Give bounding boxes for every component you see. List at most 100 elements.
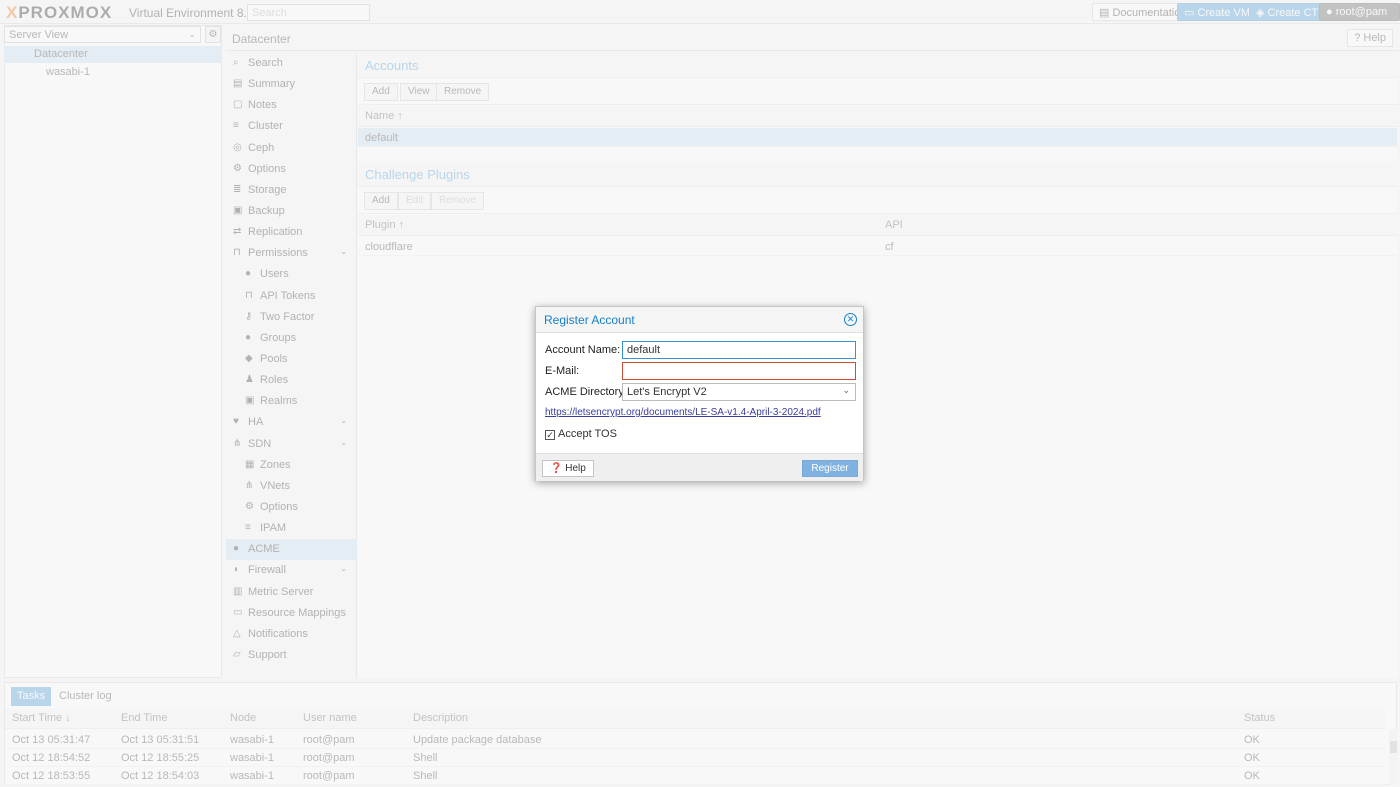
user-menu-button[interactable]: ● root@pam ⌄ bbox=[1319, 3, 1400, 31]
help-button[interactable]: ? Help bbox=[1347, 29, 1393, 47]
table-row[interactable]: Oct 12 18:53:55 Oct 12 18:54:03 wasabi-1… bbox=[5, 767, 1385, 785]
task-description: Update package database bbox=[413, 734, 542, 746]
nav-item-backup[interactable]: ▣ Backup bbox=[226, 201, 357, 222]
gear-icon[interactable]: ⚙ bbox=[205, 26, 221, 43]
tab-tasks[interactable]: Tasks bbox=[11, 687, 52, 706]
note-icon: ▢ bbox=[233, 99, 243, 111]
male-icon: ♟ bbox=[245, 374, 254, 386]
column-user[interactable]: User name bbox=[303, 712, 357, 724]
nav-item-metric-server[interactable]: ▥ Metric Server bbox=[226, 582, 357, 603]
acme-directory-select[interactable]: Let's Encrypt V2 ⌄ bbox=[622, 383, 856, 401]
nav-item-replication[interactable]: ⇄ Replication bbox=[226, 222, 357, 243]
tab-cluster-log[interactable]: Cluster log bbox=[53, 687, 118, 706]
task-status: OK bbox=[1244, 752, 1260, 764]
scrollbar[interactable] bbox=[1389, 729, 1397, 785]
nav-item-ceph[interactable]: ◎ Ceph bbox=[226, 138, 357, 159]
nav-item-resource-mappings[interactable]: ▭ Resource Mappings bbox=[226, 603, 357, 624]
create-ct-button[interactable]: ◈ Create CT bbox=[1249, 3, 1326, 21]
table-row[interactable]: Oct 13 05:31:47 Oct 13 05:31:51 wasabi-1… bbox=[5, 731, 1385, 749]
nav-item-two-factor[interactable]: ⚷ Two Factor bbox=[226, 307, 357, 328]
column-start-time[interactable]: Start Time ↓ bbox=[12, 712, 71, 724]
register-button[interactable]: Register bbox=[802, 460, 858, 477]
nav-item-pools[interactable]: ◆ Pools bbox=[226, 349, 357, 370]
version-label: Virtual Environment 8.2.7 bbox=[129, 6, 264, 20]
resource-tree-panel bbox=[4, 25, 222, 678]
nav-item-support[interactable]: ▱ Support bbox=[226, 645, 357, 666]
chevron-icon[interactable]: ⌄ bbox=[340, 416, 347, 425]
table-row[interactable]: Oct 12 18:54:52 Oct 12 18:55:25 wasabi-1… bbox=[5, 749, 1385, 767]
nav-item-notifications[interactable]: △ Notifications bbox=[226, 624, 357, 645]
nav-item-groups[interactable]: ● Groups bbox=[226, 328, 357, 349]
server-icon: ≡ bbox=[233, 120, 239, 132]
search-input[interactable]: Search bbox=[247, 4, 370, 21]
key-icon: ⚷ bbox=[245, 310, 253, 322]
plugins-add-button[interactable]: Add bbox=[364, 192, 398, 210]
nav-item-storage[interactable]: ≣ Storage bbox=[226, 180, 357, 201]
nav-item-firewall[interactable]: ◗ Firewall ⌄ bbox=[226, 560, 357, 581]
email-field[interactable] bbox=[622, 362, 856, 380]
tos-link[interactable]: https://letsencrypt.org/documents/LE-SA-… bbox=[545, 407, 821, 418]
retweet-icon: ⇄ bbox=[233, 226, 242, 238]
chevron-icon[interactable]: ⌄ bbox=[340, 247, 347, 256]
plugins-title: Challenge Plugins bbox=[358, 161, 1397, 187]
accounts-toolbar: Add View Remove bbox=[358, 79, 1397, 105]
accept-tos-checkbox[interactable]: ✓ Accept TOS bbox=[545, 428, 617, 440]
view-selector[interactable]: Server View ⌄ bbox=[4, 26, 201, 43]
nav-item-ipam[interactable]: ≡ IPAM bbox=[226, 518, 357, 539]
nav-item-zones[interactable]: ▦ Zones bbox=[226, 455, 357, 476]
tree-item-node[interactable]: wasabi-1 bbox=[4, 64, 222, 81]
nav-item-sdn[interactable]: ⋔ SDN ⌄ bbox=[226, 434, 357, 455]
close-icon[interactable]: ✕ bbox=[844, 313, 857, 326]
accounts-header: Name ↑ bbox=[358, 106, 1397, 127]
accounts-view-button[interactable]: View bbox=[400, 83, 438, 101]
chevron-icon[interactable]: ⌄ bbox=[340, 438, 347, 447]
search-icon: ⌕ bbox=[233, 57, 239, 68]
book-icon: ▤ bbox=[1099, 7, 1113, 19]
nav-item-options[interactable]: ⚙ Options bbox=[226, 159, 357, 180]
nav-item-acme[interactable]: ● ACME bbox=[226, 539, 357, 561]
create-vm-button[interactable]: ▭ Create VM bbox=[1177, 3, 1258, 21]
acme-directory-label: ACME Directory: bbox=[545, 386, 627, 398]
nav-item-realms[interactable]: ▣ Realms bbox=[226, 391, 357, 412]
column-node[interactable]: Node bbox=[230, 712, 256, 724]
nav-item-label: Ceph bbox=[248, 141, 275, 154]
column-plugin[interactable]: Plugin ↑ bbox=[365, 219, 404, 231]
nav-item-summary[interactable]: ▤ Summary bbox=[226, 74, 357, 95]
nav-item-users[interactable]: ● Users bbox=[226, 264, 357, 285]
table-row[interactable]: default bbox=[358, 128, 1397, 147]
help-button[interactable]: ❓ Help bbox=[542, 460, 594, 477]
column-name[interactable]: Name ↑ bbox=[365, 110, 403, 122]
nav-item-label: SDN bbox=[248, 437, 272, 450]
nav-item-notes[interactable]: ▢ Notes bbox=[226, 95, 357, 116]
nav-item-label: Groups bbox=[260, 331, 297, 344]
nav-item-permissions[interactable]: ⊓ Permissions ⌄ bbox=[226, 243, 357, 264]
book-icon: ▤ bbox=[233, 78, 243, 90]
table-row[interactable]: cloudflare cf bbox=[358, 237, 1397, 256]
nav-item-search[interactable]: ⌕ Search bbox=[226, 53, 357, 74]
nav-item-api-tokens[interactable]: ⊓ API Tokens bbox=[226, 286, 357, 307]
column-end-time[interactable]: End Time bbox=[121, 712, 167, 724]
tasks-header: Start Time ↓ End Time Node User name Des… bbox=[5, 709, 1385, 729]
column-api[interactable]: API bbox=[885, 219, 903, 231]
accounts-add-button[interactable]: Add bbox=[364, 83, 398, 101]
floppy-icon: ▣ bbox=[233, 204, 243, 216]
chevron-icon[interactable]: ⌄ bbox=[340, 564, 347, 573]
plugins-edit-button[interactable]: Edit bbox=[398, 192, 432, 210]
nav-item-options[interactable]: ⚙ Options bbox=[226, 497, 357, 518]
column-status[interactable]: Status bbox=[1244, 712, 1275, 724]
nav-item-roles[interactable]: ♟ Roles bbox=[226, 370, 357, 391]
nav-item-label: Options bbox=[248, 162, 286, 175]
task-node: wasabi-1 bbox=[230, 770, 275, 782]
column-description[interactable]: Description bbox=[413, 712, 468, 724]
plugins-remove-button[interactable]: Remove bbox=[431, 192, 485, 210]
heartbeat-icon: ♥ bbox=[233, 416, 239, 428]
accounts-title: Accounts bbox=[358, 52, 1397, 78]
task-user: root@pam bbox=[303, 734, 355, 746]
account-name-field[interactable]: default bbox=[622, 341, 856, 359]
tree-item-datacenter[interactable]: Datacenter bbox=[4, 46, 222, 63]
nav-item-cluster[interactable]: ≡ Cluster bbox=[226, 116, 357, 137]
nav-item-ha[interactable]: ♥ HA ⌄ bbox=[226, 412, 357, 433]
nav-item-vnets[interactable]: ⋔ VNets bbox=[226, 476, 357, 497]
accounts-remove-button[interactable]: Remove bbox=[436, 83, 490, 101]
task-user: root@pam bbox=[303, 752, 355, 764]
